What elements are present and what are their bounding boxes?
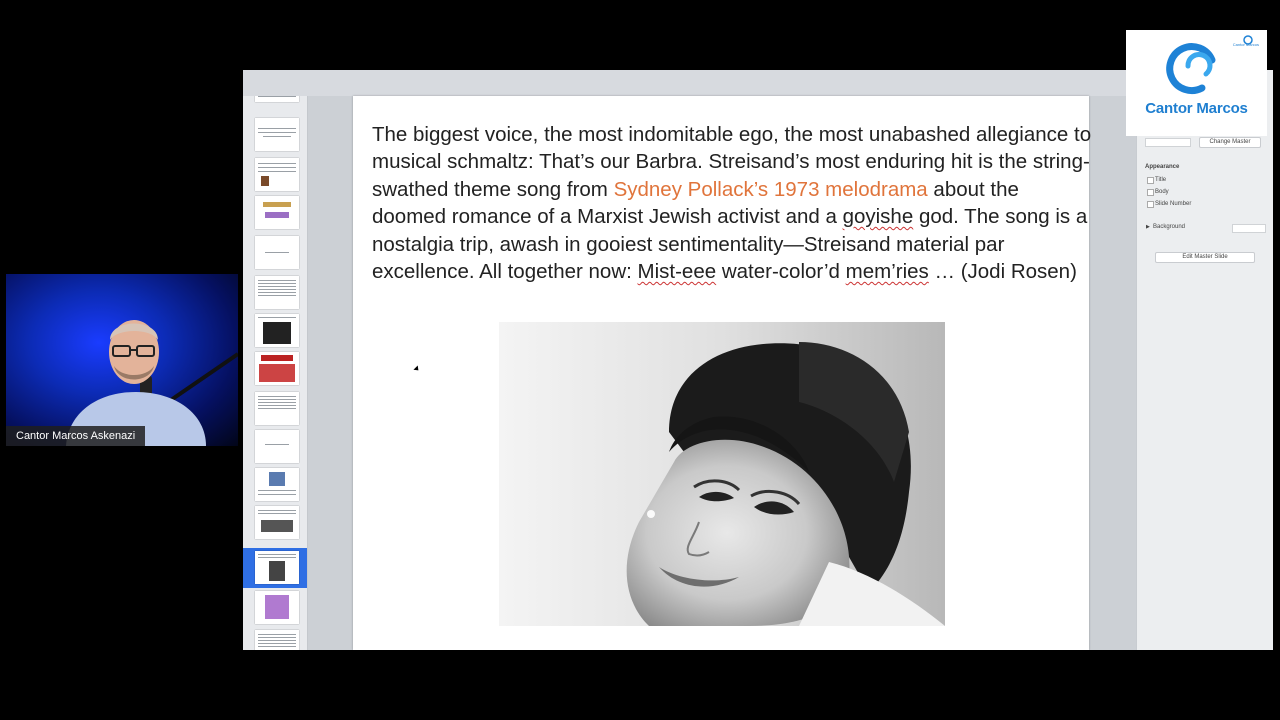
- slide-thumbnail[interactable]: 17: [255, 630, 299, 650]
- slide-number-label: Slide Number: [1155, 201, 1192, 207]
- spellcheck-word: goyishe: [842, 205, 914, 229]
- title-checkbox[interactable]: [1147, 177, 1154, 184]
- slide-thumbnail[interactable]: 12: [255, 430, 299, 463]
- slide-thumbnail[interactable]: 8: [255, 276, 299, 309]
- change-master-button[interactable]: Change Master: [1199, 137, 1261, 148]
- slide-thumbnail[interactable]: 11: [255, 392, 299, 425]
- slide-thumbnail[interactable]: 16: [255, 591, 299, 624]
- slide-canvas-area: The biggest voice, the most indomitable …: [308, 96, 1137, 650]
- slide-thumbnail[interactable]: 5: [255, 158, 299, 191]
- logo-mark-icon: [1166, 35, 1253, 95]
- text-segment: water-color’d: [716, 260, 846, 284]
- slide-thumbnail[interactable]: [255, 96, 299, 102]
- slide-number-checkbox[interactable]: [1147, 201, 1154, 208]
- title-label: Title: [1155, 177, 1167, 183]
- logo-wordmark: Cantor Marcos: [1145, 100, 1248, 117]
- slide-navigator[interactable]: 4 5 6 7 8 9 10: [243, 96, 308, 650]
- logo-small-text: Cantor Marcos: [1232, 42, 1259, 47]
- master-preview[interactable]: [1145, 138, 1191, 147]
- background-fill-well[interactable]: [1232, 224, 1266, 233]
- appearance-heading: Appearance: [1145, 164, 1180, 170]
- slide-thumbnail-selected[interactable]: 15: [255, 551, 299, 584]
- participant-video[interactable]: [6, 274, 238, 446]
- presentation-app-window: 4 5 6 7 8 9 10: [243, 70, 1273, 650]
- portrait-photo[interactable]: [499, 322, 945, 626]
- slide-thumbnail[interactable]: 10: [255, 352, 299, 385]
- body-label: Body: [1155, 189, 1169, 195]
- background-label[interactable]: Background: [1153, 224, 1185, 230]
- edit-master-slide-button[interactable]: Edit Master Slide: [1155, 252, 1255, 263]
- spellcheck-word: mem’ries: [845, 260, 929, 284]
- slide-body-text[interactable]: The biggest voice, the most indomitable …: [372, 121, 1092, 285]
- slide-thumbnail[interactable]: 6: [255, 196, 299, 229]
- spellcheck-word: Mist-eee: [637, 260, 717, 284]
- text-segment: … (Jodi Rosen): [928, 260, 1077, 284]
- chevron-right-icon[interactable]: ▶: [1146, 224, 1150, 230]
- participant-name-tag: Cantor Marcos Askenazi: [6, 426, 146, 446]
- slide-thumbnail[interactable]: 7: [255, 236, 299, 269]
- slide-thumbnail[interactable]: 4: [255, 118, 299, 151]
- current-slide[interactable]: The biggest voice, the most indomitable …: [353, 96, 1092, 650]
- link-text[interactable]: Sydney Pollack’s 1973 melodrama: [614, 178, 928, 201]
- slide-thumbnail[interactable]: 9: [255, 314, 299, 347]
- body-checkbox[interactable]: [1147, 189, 1154, 196]
- slide-thumbnail[interactable]: 13: [255, 468, 299, 501]
- slide-thumbnail[interactable]: 14: [255, 506, 299, 539]
- presenter-video-frame: [66, 320, 238, 446]
- brand-logo: Cantor Marcos Cantor Marcos: [1126, 30, 1267, 136]
- format-inspector: Change Master Appearance Title Body Slid…: [1136, 70, 1273, 650]
- toolbar: [243, 70, 1273, 96]
